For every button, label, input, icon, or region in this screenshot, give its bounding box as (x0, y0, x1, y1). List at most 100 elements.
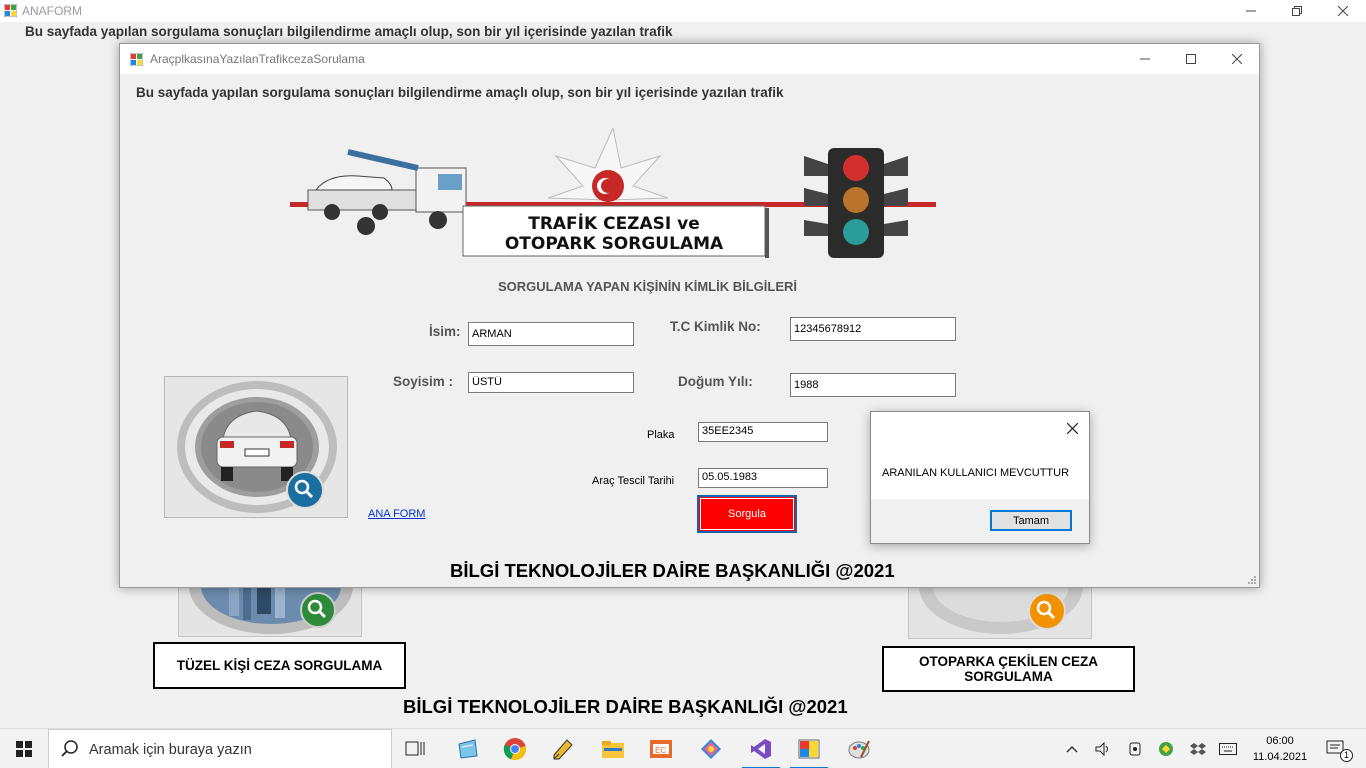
police-emblem-icon (547, 126, 669, 202)
maximize-icon (1186, 54, 1196, 64)
message-text: ARANILAN KULLANICI MEVCUTTUR (882, 467, 1070, 479)
traffic-light-icon (804, 148, 908, 258)
taskbar-search-box[interactable]: Aramak için buraya yazın (48, 729, 392, 768)
taskbar-app-paint[interactable] (836, 729, 882, 768)
child-close-button[interactable] (1214, 48, 1260, 70)
message-box: ARANILAN KULLANICI MEVCUTTUR Tamam (870, 411, 1090, 544)
tray-keyboard-button[interactable] (1216, 729, 1240, 768)
parent-description: Bu sayfada yapılan sorgulama sonuçları b… (25, 24, 673, 39)
isim-input[interactable] (468, 322, 634, 346)
banner-image: TRAFİK CEZASI ve OTOPARK SORGULAMA (288, 126, 938, 260)
section-title: SORGULAMA YAPAN KİŞİNİN KİMLİK BİLGİLERİ (498, 279, 798, 294)
message-close-button[interactable] (1061, 418, 1083, 438)
paint-icon (848, 740, 870, 759)
parent-footer: BİLGİ TEKNOLOJİLER DAİRE BAŞKANLIĞI @202… (403, 696, 848, 717)
child-minimize-button[interactable] (1122, 48, 1168, 70)
taskbar-app-notepad[interactable] (444, 729, 490, 768)
close-icon (1066, 422, 1078, 434)
child-footer: BİLGİ TEKNOLOJİLER DAİRE BAŞKANLIĞI @202… (450, 560, 895, 581)
windows-icon (16, 741, 32, 757)
toolbox-icon (701, 739, 721, 759)
tc-kimlik-input[interactable] (790, 317, 956, 341)
taskbar-app-toolbox[interactable] (688, 729, 734, 768)
parent-restore-button[interactable] (1274, 0, 1320, 22)
notepad-icon (458, 739, 478, 759)
plaka-label: Plaka (647, 429, 675, 441)
search-placeholder: Aramak için buraya yazın (89, 742, 252, 758)
clock-time: 06:00 (1266, 735, 1294, 747)
tc-kimlik-label: T.C Kimlik No: (670, 319, 761, 334)
taskbar-app-presentation[interactable]: EC (638, 729, 684, 768)
close-icon (1338, 6, 1348, 16)
app-icon (4, 4, 17, 17)
app-icon (130, 53, 143, 66)
taskbar-clock[interactable]: 06:00 11.04.2021 (1248, 733, 1312, 765)
child-maximize-button[interactable] (1168, 48, 1214, 70)
chrome-icon (503, 738, 526, 761)
tuzel-kisi-tile[interactable] (178, 585, 362, 637)
tray-show-hidden-button[interactable] (1061, 729, 1083, 768)
task-view-button[interactable] (392, 729, 438, 768)
volume-icon (1095, 742, 1108, 756)
banner-title-line2: OTOPARK SORGULAMA (504, 234, 724, 254)
notification-count-badge: 1 (1340, 749, 1353, 762)
parent-window-title: ANAFORM (22, 4, 82, 18)
plaka-input[interactable] (698, 422, 828, 442)
visual-studio-icon (751, 739, 771, 759)
chevron-up-icon (1066, 746, 1078, 753)
tescil-tarihi-input[interactable] (698, 468, 828, 488)
taskbar-app-chrome[interactable] (492, 729, 538, 768)
task-view-icon (405, 741, 425, 756)
tray-volume-button[interactable] (1092, 729, 1114, 768)
otopark-tile[interactable] (908, 585, 1092, 639)
arac-sorgulama-tile[interactable] (164, 376, 348, 518)
dogum-yili-input[interactable] (790, 373, 956, 397)
sorgula-button[interactable]: Sorgula (697, 495, 797, 533)
green-app-icon (1159, 742, 1173, 756)
parent-close-button[interactable] (1320, 0, 1366, 22)
winforms-app-icon (798, 739, 820, 759)
restore-icon (1292, 6, 1302, 16)
search-icon (61, 740, 78, 757)
otopark-label[interactable]: OTOPARKA ÇEKİLEN CEZA SORGULAMA (882, 646, 1135, 692)
tray-app-green-button[interactable] (1155, 729, 1177, 768)
device-icon (1129, 742, 1141, 756)
soyisim-label: Soyisim : (393, 374, 454, 389)
dropbox-icon (1190, 743, 1206, 755)
edit-tool-icon (553, 739, 573, 760)
tamam-button[interactable]: Tamam (990, 510, 1072, 531)
close-icon (1232, 54, 1242, 64)
ana-form-link[interactable]: ANA FORM (368, 508, 425, 520)
presentation-icon: EC (650, 740, 672, 758)
isim-label: İsim: (429, 324, 461, 339)
svg-text:EC: EC (655, 746, 666, 755)
message-footer: Tamam (871, 499, 1089, 543)
child-window-title: AraçplkasınaYazılanTrafikcezaSorulama (150, 52, 365, 66)
magnifier-orange-icon (1028, 592, 1066, 630)
minimize-icon (1246, 10, 1256, 12)
keyboard-icon (1219, 743, 1237, 755)
taskbar-app-file-explorer[interactable] (590, 729, 636, 768)
dogum-yili-label: Doğum Yılı: (678, 374, 753, 389)
tray-dropbox-button[interactable] (1187, 729, 1209, 768)
tuzel-kisi-label[interactable]: TÜZEL KİŞİ CEZA SORGULAMA (153, 642, 406, 689)
tescil-tarihi-label: Araç Tescil Tarihi (592, 475, 675, 487)
soyisim-input[interactable] (468, 372, 634, 393)
magnifier-blue-icon (286, 471, 324, 509)
magnifier-green-icon (300, 592, 336, 628)
action-center-button[interactable]: 1 (1318, 729, 1354, 768)
start-button[interactable] (0, 729, 48, 768)
child-titlebar: AraçplkasınaYazılanTrafikcezaSorulama (120, 44, 1259, 74)
taskbar: Aramak için buraya yazın EC 06:00 11.04.… (0, 728, 1366, 768)
child-description: Bu sayfada yapılan sorgulama sonuçları b… (136, 85, 784, 100)
taskbar-app-visual-studio[interactable] (738, 729, 784, 768)
tow-truck-icon (307, 149, 467, 235)
banner-title-line1: TRAFİK CEZASI ve (528, 214, 700, 234)
resize-grip-icon[interactable] (1247, 575, 1257, 585)
minimize-icon (1140, 58, 1150, 60)
taskbar-app-winforms[interactable] (786, 729, 832, 768)
taskbar-app-edit-tool[interactable] (540, 729, 586, 768)
parent-minimize-button[interactable] (1228, 0, 1274, 22)
parent-titlebar: ANAFORM (0, 0, 1366, 22)
tray-network-button[interactable] (1124, 729, 1146, 768)
